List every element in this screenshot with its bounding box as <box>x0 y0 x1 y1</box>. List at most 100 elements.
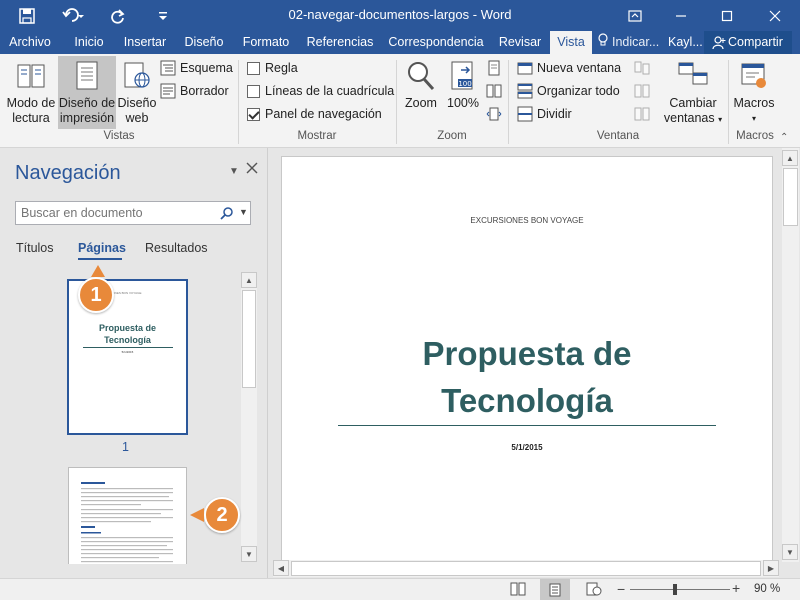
nav-pane-checkbox[interactable]: Panel de navegación <box>247 104 382 124</box>
tab-inicio[interactable]: Inicio <box>66 31 112 54</box>
split-button[interactable]: Dividir <box>517 104 572 124</box>
ruler-checkbox[interactable]: Regla <box>247 58 298 78</box>
side-by-side-icon[interactable] <box>634 60 652 78</box>
page-thumbnail-2[interactable] <box>68 467 187 564</box>
switch-windows-label-2: ventanas ▾ <box>663 111 723 125</box>
doc-hscroll-thumb[interactable] <box>291 561 761 576</box>
reading-mode-button[interactable]: Modo de lectura <box>4 58 58 128</box>
gridlines-checkbox[interactable]: Líneas de la cuadrícula <box>247 81 394 101</box>
reading-mode-label-1: Modo de <box>6 96 56 110</box>
nav-tab-results[interactable]: Resultados <box>145 241 208 255</box>
doc-scroll-down-icon[interactable]: ▼ <box>782 544 798 560</box>
zoom-in-icon[interactable]: + <box>732 580 740 596</box>
callout-1-pointer <box>91 265 105 277</box>
ruler-check-icon <box>247 61 260 75</box>
tab-vista[interactable]: Vista <box>550 31 592 55</box>
outline-button[interactable]: Esquema <box>160 58 233 78</box>
nav-pane-options-icon[interactable]: ▼ <box>229 166 239 177</box>
print-layout-label-2: impresión <box>59 111 115 125</box>
tell-me-box[interactable]: Indicar... <box>598 31 659 54</box>
multiple-pages-icon[interactable] <box>486 83 504 101</box>
zoom-100-label: 100% <box>447 96 479 110</box>
one-page-icon[interactable] <box>486 60 504 78</box>
search-input[interactable] <box>15 201 251 225</box>
print-layout-view-icon[interactable] <box>540 579 570 600</box>
doc-scroll-right-icon[interactable]: ▶ <box>763 560 779 576</box>
draft-icon <box>160 83 176 99</box>
minimize-icon[interactable] <box>658 0 704 31</box>
scroll-down-icon[interactable]: ▼ <box>241 546 257 562</box>
print-layout-button[interactable]: Diseño de impresión <box>58 56 116 129</box>
active-tab-underline <box>78 258 122 260</box>
tab-formato[interactable]: Formato <box>236 31 296 54</box>
read-mode-view-icon[interactable] <box>510 582 526 599</box>
scroll-thumb[interactable] <box>242 290 256 388</box>
tab-archivo[interactable]: Archivo <box>2 31 58 54</box>
web-layout-view-icon[interactable] <box>586 582 602 599</box>
new-window-button[interactable]: Nueva ventana <box>517 58 621 78</box>
globe-page-icon <box>116 58 158 96</box>
arrange-all-icon <box>517 83 533 99</box>
search-icon[interactable] <box>220 206 234 223</box>
zoom-out-icon[interactable]: − <box>617 581 625 597</box>
zoom-percentage[interactable]: 90 % <box>754 583 780 595</box>
draft-button[interactable]: Borrador <box>160 81 229 101</box>
document-horizontal-scrollbar[interactable]: ◀ ▶ <box>273 560 779 577</box>
customize-toolbar-icon[interactable] <box>154 0 172 31</box>
tab-revisar[interactable]: Revisar <box>494 31 546 54</box>
save-icon[interactable] <box>14 0 40 31</box>
web-layout-button[interactable]: Diseño web <box>116 58 158 128</box>
tab-correspondencia[interactable]: Correspondencia <box>384 31 488 54</box>
tab-referencias[interactable]: Referencias <box>302 31 378 54</box>
nav-tab-pages[interactable]: Páginas <box>78 241 126 255</box>
doc-scroll-up-icon[interactable]: ▲ <box>782 150 798 166</box>
arrange-all-button[interactable]: Organizar todo <box>517 81 620 101</box>
document-area: EXCURSIONES BON VOYAGE Propuesta de Tecn… <box>269 148 800 578</box>
zoom-slider-thumb[interactable] <box>673 584 677 595</box>
zoom-100-button[interactable]: 100 100% <box>444 58 482 118</box>
thumb-text-lines <box>81 482 173 563</box>
document-page[interactable]: EXCURSIONES BON VOYAGE Propuesta de Tecn… <box>281 156 773 566</box>
nav-pane-close-icon[interactable] <box>246 162 258 177</box>
sync-scroll-icon[interactable] <box>634 83 652 101</box>
callout-2-pointer <box>190 508 204 522</box>
doc-scroll-thumb[interactable] <box>783 168 798 226</box>
zoom-button[interactable]: Zoom <box>400 58 442 118</box>
thumbnails-scrollbar[interactable]: ▲ ▼ <box>241 272 257 562</box>
scroll-up-icon[interactable]: ▲ <box>241 272 257 288</box>
document-vertical-scrollbar[interactable]: ▲ ▼ <box>782 148 799 562</box>
dropdown-arrow-icon: ▾ <box>718 115 723 124</box>
undo-icon[interactable] <box>58 0 88 31</box>
magnifier-icon <box>400 58 442 96</box>
group-label-mostrar: Mostrar <box>297 130 337 142</box>
share-button[interactable]: Compartir <box>704 31 792 54</box>
user-name[interactable]: Kayl... <box>668 31 703 54</box>
nav-tab-headings[interactable]: Títulos <box>16 241 54 255</box>
maximize-icon[interactable] <box>704 0 750 31</box>
search-dropdown-icon[interactable]: ▼ <box>239 207 248 217</box>
switch-windows-button[interactable]: Cambiar ventanas ▾ <box>660 58 726 128</box>
callout-1: 1 <box>78 277 114 313</box>
doc-scroll-left-icon[interactable]: ◀ <box>273 560 289 576</box>
document-date: 5/1/2015 <box>511 443 543 452</box>
outline-label: Esquema <box>180 61 233 75</box>
tab-insertar[interactable]: Insertar <box>118 31 172 54</box>
close-icon[interactable] <box>750 0 800 31</box>
group-label-ventana: Ventana <box>596 130 640 142</box>
macros-icon <box>732 58 776 96</box>
reset-window-icon[interactable] <box>634 106 652 124</box>
macros-button[interactable]: Macros ▾ <box>732 58 776 128</box>
page-width-icon[interactable] <box>486 106 504 124</box>
tell-me-label: Indicar... <box>612 35 660 49</box>
zoom-slider[interactable] <box>630 584 730 595</box>
book-icon <box>4 58 58 96</box>
collapse-ribbon-icon[interactable]: ⌃ <box>780 132 788 143</box>
redo-icon[interactable] <box>106 0 130 31</box>
tab-diseno[interactable]: Diseño <box>180 31 228 54</box>
nav-pane-title: Navegación <box>15 162 121 184</box>
group-label-macros: Macros <box>736 130 774 142</box>
macros-label: Macros <box>733 96 775 110</box>
group-label-vistas: Vistas <box>103 130 135 142</box>
ribbon-display-icon[interactable] <box>612 0 658 31</box>
switch-windows-label-1: Cambiar <box>669 96 717 110</box>
